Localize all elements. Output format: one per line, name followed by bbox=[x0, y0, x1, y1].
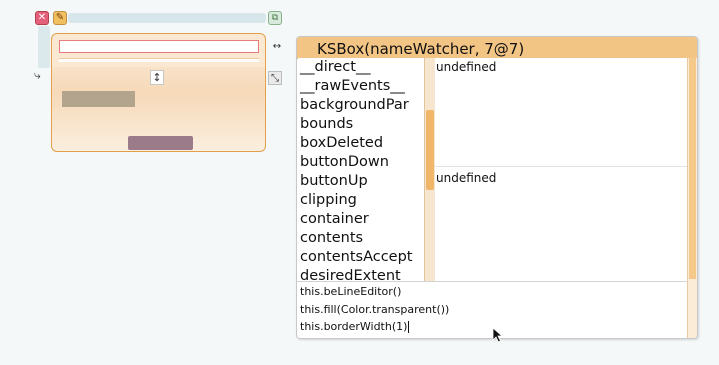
resize-corner-icon[interactable]: ⤡ bbox=[268, 71, 282, 85]
value-pane-scroll-thumb[interactable] bbox=[689, 58, 696, 279]
halo-side-bar bbox=[38, 26, 50, 68]
list-item[interactable]: __direct__ bbox=[298, 58, 425, 77]
rotate-handle-icon[interactable]: ⤷ bbox=[34, 68, 48, 82]
value-divider bbox=[435, 166, 687, 167]
inspector-titlebar[interactable]: KSBox(nameWatcher, 7@7) bbox=[297, 37, 697, 59]
slot-value-top: undefined bbox=[436, 60, 497, 74]
menu-icon[interactable]: ✎ bbox=[53, 11, 67, 25]
color-swatch-a[interactable] bbox=[62, 91, 135, 107]
slot-value-mid: undefined bbox=[436, 171, 497, 185]
text-cursor bbox=[408, 321, 410, 333]
mouse-pointer-icon bbox=[492, 327, 504, 343]
line-editor-box[interactable]: ↕ bbox=[51, 33, 266, 152]
inspector-title: KSBox(nameWatcher, 7@7) bbox=[317, 40, 525, 58]
list-item[interactable]: buttonUp bbox=[298, 172, 425, 191]
list-item[interactable]: clipping bbox=[298, 191, 425, 210]
list-item[interactable]: desiredExtent bbox=[298, 267, 425, 281]
code-line[interactable]: this.fill(Color.transparent()) bbox=[298, 301, 686, 319]
slot-list[interactable]: __direct__ __rawEvents__ backgroundPar b… bbox=[298, 58, 425, 281]
close-icon[interactable]: ✕ bbox=[35, 11, 49, 25]
color-swatch-b[interactable] bbox=[128, 136, 193, 150]
name-input[interactable] bbox=[59, 40, 259, 53]
list-item[interactable]: container bbox=[298, 210, 425, 229]
halo-drag-bar[interactable] bbox=[68, 13, 266, 23]
inspector-window[interactable]: KSBox(nameWatcher, 7@7) __direct__ __raw… bbox=[296, 36, 698, 339]
resize-vertical-icon[interactable]: ↕ bbox=[150, 70, 164, 85]
slot-list-scroll-thumb[interactable] bbox=[426, 110, 434, 190]
list-item[interactable]: contents bbox=[298, 229, 425, 248]
name-underline bbox=[59, 58, 259, 62]
list-item[interactable]: backgroundPar bbox=[298, 96, 425, 115]
code-line-text: this.borderWidth(1) bbox=[300, 320, 408, 333]
value-pane-scrollbar[interactable] bbox=[687, 58, 697, 338]
list-item[interactable]: __rawEvents__ bbox=[298, 77, 425, 96]
desktop: ✕ ✎ ⧉ ↔ ⤷ ⤡ ↕ KSBox(nameWatcher, 7@7) __… bbox=[0, 0, 719, 365]
code-line[interactable]: this.beLineEditor() bbox=[298, 283, 686, 301]
list-item[interactable]: buttonDown bbox=[298, 153, 425, 172]
list-item[interactable]: contentsAccept bbox=[298, 248, 425, 267]
list-item[interactable]: boxDeleted bbox=[298, 134, 425, 153]
value-pane[interactable]: undefined undefined bbox=[435, 58, 687, 281]
pane-divider[interactable] bbox=[297, 281, 688, 282]
list-item[interactable]: bounds bbox=[298, 115, 425, 134]
resize-horizontal-icon[interactable]: ↔ bbox=[268, 41, 286, 52]
collapse-icon[interactable]: ⧉ bbox=[268, 11, 282, 25]
